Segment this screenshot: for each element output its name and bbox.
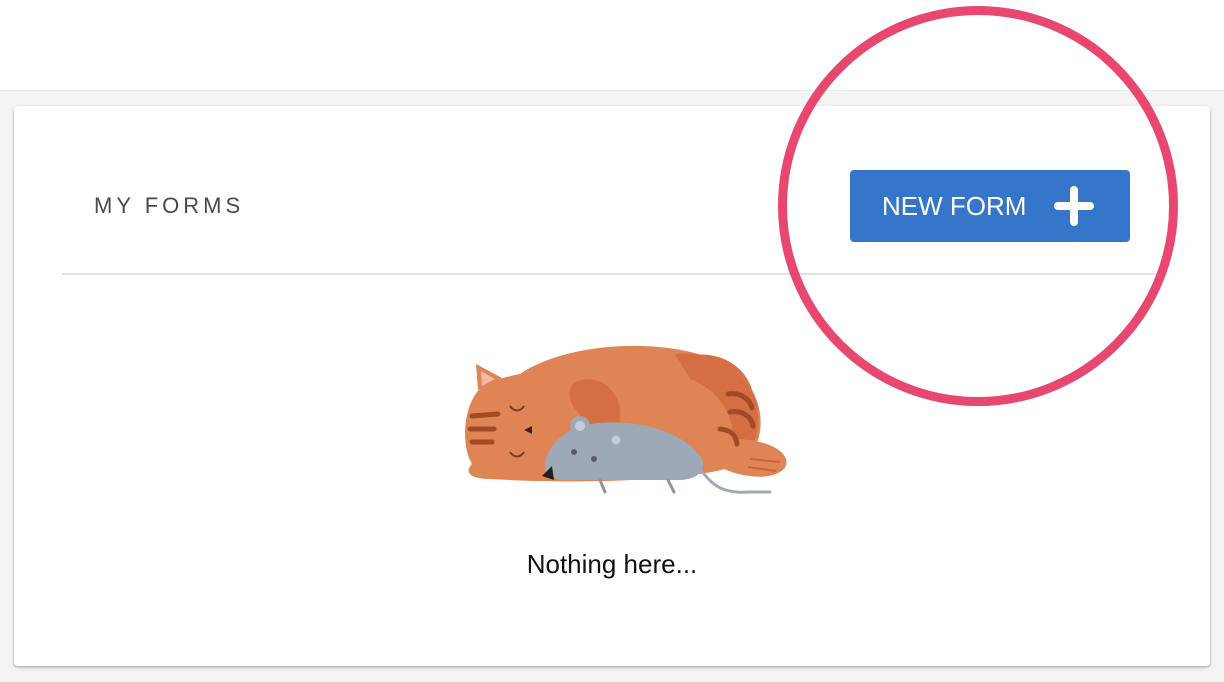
empty-state-message: Nothing here...: [526, 549, 698, 579]
card-title: MY FORMS: [94, 193, 245, 218]
top-bar-divider: [0, 90, 1224, 91]
new-form-button[interactable]: NEW FORM: [850, 170, 1130, 242]
plus-icon: [1054, 186, 1094, 226]
top-bar: [0, 0, 1224, 90]
new-form-button-label: NEW FORM: [882, 191, 1027, 221]
card-divider: [62, 273, 1162, 275]
sleeping-cat-illustration: [465, 345, 787, 494]
my-forms-card: MY FORMS NEW FORM Nothing here...: [14, 106, 1210, 666]
